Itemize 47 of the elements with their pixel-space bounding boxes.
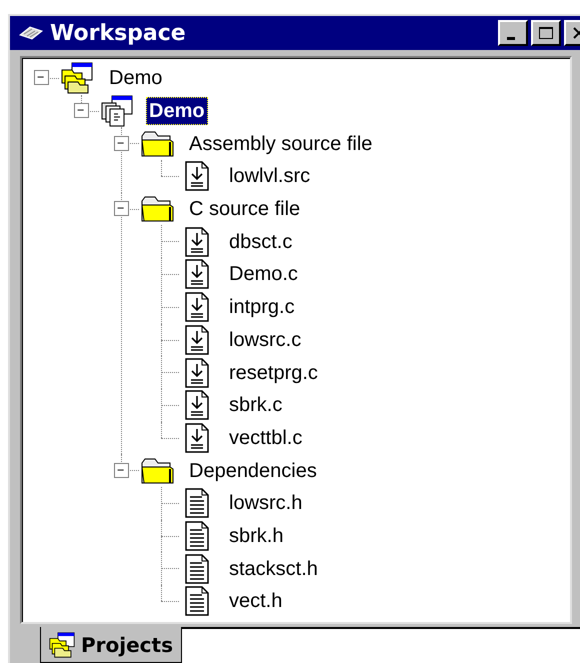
tree-item[interactable]: Demo.c — [226, 260, 301, 288]
tree-item[interactable]: Dependencies — [186, 456, 320, 485]
window-title: Workspace — [50, 20, 187, 46]
file-arrow-icon — [184, 422, 210, 453]
file-arrow-icon — [184, 358, 210, 388]
document-icon — [184, 554, 210, 584]
stacked-windows-icon — [47, 632, 77, 658]
tree-item[interactable]: Demo — [106, 64, 166, 92]
tree-item[interactable]: lowsrc.c — [226, 326, 304, 354]
tree-item[interactable]: resetprg.c — [226, 358, 321, 387]
file-arrow-icon — [184, 161, 210, 192]
tree-item[interactable]: lowsrc.h — [226, 489, 306, 518]
folder-icon — [140, 456, 174, 485]
file-arrow-icon — [184, 390, 210, 420]
tree-item[interactable]: dbsct.c — [226, 228, 296, 256]
minimize-icon — [507, 36, 515, 40]
grip-icon — [18, 25, 44, 41]
tree-item[interactable]: sbrk.h — [226, 522, 286, 550]
tree-item[interactable]: vecttbl.c — [226, 424, 306, 452]
stacked-windows-icon — [60, 62, 94, 94]
maximize-icon — [538, 26, 554, 40]
collapse-icon[interactable] — [114, 136, 128, 151]
file-arrow-icon — [184, 259, 210, 290]
document-icon — [184, 520, 210, 551]
document-icon — [184, 488, 210, 518]
tree-item[interactable]: intprg.c — [226, 293, 298, 322]
tree-item[interactable]: sbrk.c — [226, 391, 286, 420]
collapse-icon[interactable] — [74, 103, 88, 118]
stacked-pages-icon — [100, 95, 134, 128]
tree-item[interactable]: vect.h — [226, 587, 286, 616]
tree-item[interactable]: Demo — [146, 97, 208, 126]
folder-icon — [140, 195, 174, 224]
minimize-button[interactable] — [498, 20, 528, 46]
file-arrow-icon — [184, 324, 210, 355]
tree-item[interactable]: Assembly source file — [186, 130, 376, 158]
projects-tab[interactable]: Projects — [40, 627, 182, 663]
collapse-icon[interactable] — [34, 70, 48, 86]
file-arrow-icon — [184, 226, 210, 257]
collapse-icon[interactable] — [114, 201, 128, 216]
maximize-button[interactable] — [531, 20, 561, 46]
tree-item[interactable]: lowlvl.src — [226, 162, 314, 190]
collapse-icon[interactable] — [114, 462, 128, 478]
tree-item[interactable]: C source file — [186, 195, 304, 224]
tree-item[interactable]: stacksct.h — [226, 554, 321, 583]
document-icon — [184, 586, 210, 616]
folder-icon — [140, 130, 174, 158]
file-arrow-icon — [184, 292, 210, 322]
